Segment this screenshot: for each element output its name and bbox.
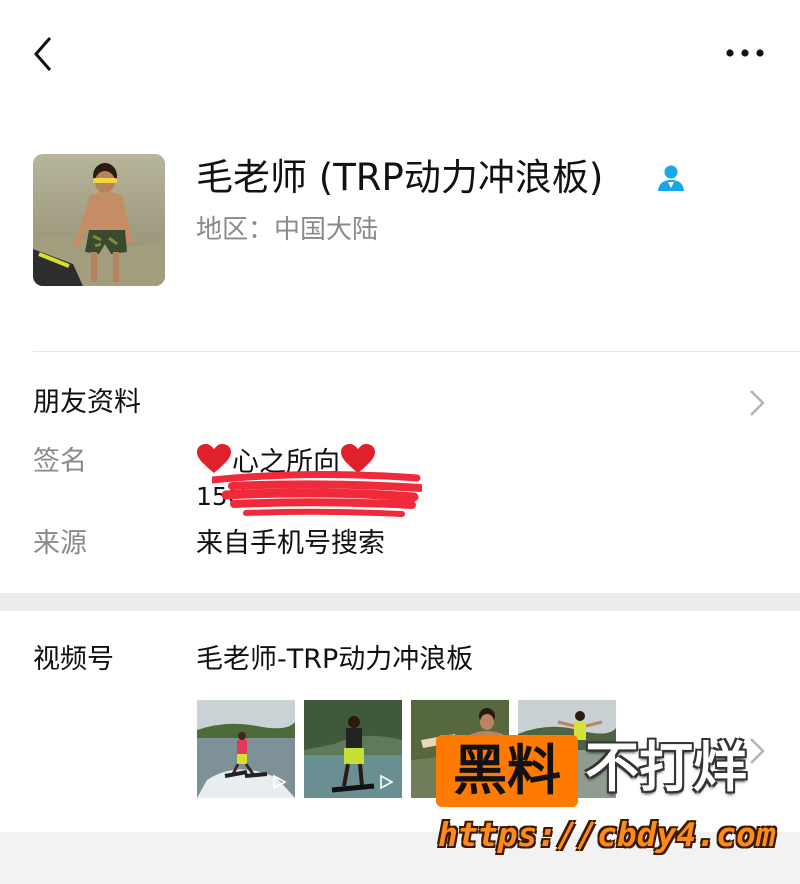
chevron-left-icon[interactable] (28, 34, 60, 74)
profile-region: 地区：中国大陆 (196, 215, 379, 245)
video-thumbnail[interactable] (304, 700, 402, 798)
divider (33, 351, 800, 352)
video-thumbnail[interactable] (197, 700, 295, 798)
more-dots-icon[interactable] (722, 40, 768, 66)
source-value: 来自手机号搜索 (196, 528, 385, 559)
watermark-box-text: 黑料 (453, 739, 561, 802)
redaction-scribble (208, 470, 424, 522)
section-gap (0, 593, 800, 611)
watermark-logo: 黑料 (436, 735, 578, 807)
avatar[interactable] (33, 154, 165, 286)
profile-name: 毛老师 (TRP动力冲浪板) (196, 156, 604, 199)
play-icon (380, 774, 394, 790)
source-label: 来源 (33, 528, 87, 559)
channels-label: 视频号 (33, 644, 114, 675)
top-bar (0, 0, 800, 110)
signature-label: 签名 (33, 446, 87, 477)
play-icon (273, 774, 287, 790)
friend-info-title[interactable]: 朋友资料 (33, 384, 141, 422)
watermark-url: https://cbdy4.com (438, 815, 776, 854)
profile-header: 毛老师 (TRP动力冲浪板) 地区：中国大陆 (0, 130, 800, 330)
watermark-side-text: 不打烊 (585, 736, 747, 799)
channels-value[interactable]: 毛老师-TRP动力冲浪板 (196, 641, 473, 679)
contact-person-icon (655, 163, 687, 193)
chevron-right-icon[interactable] (748, 388, 766, 418)
chevron-right-icon[interactable] (748, 736, 766, 766)
